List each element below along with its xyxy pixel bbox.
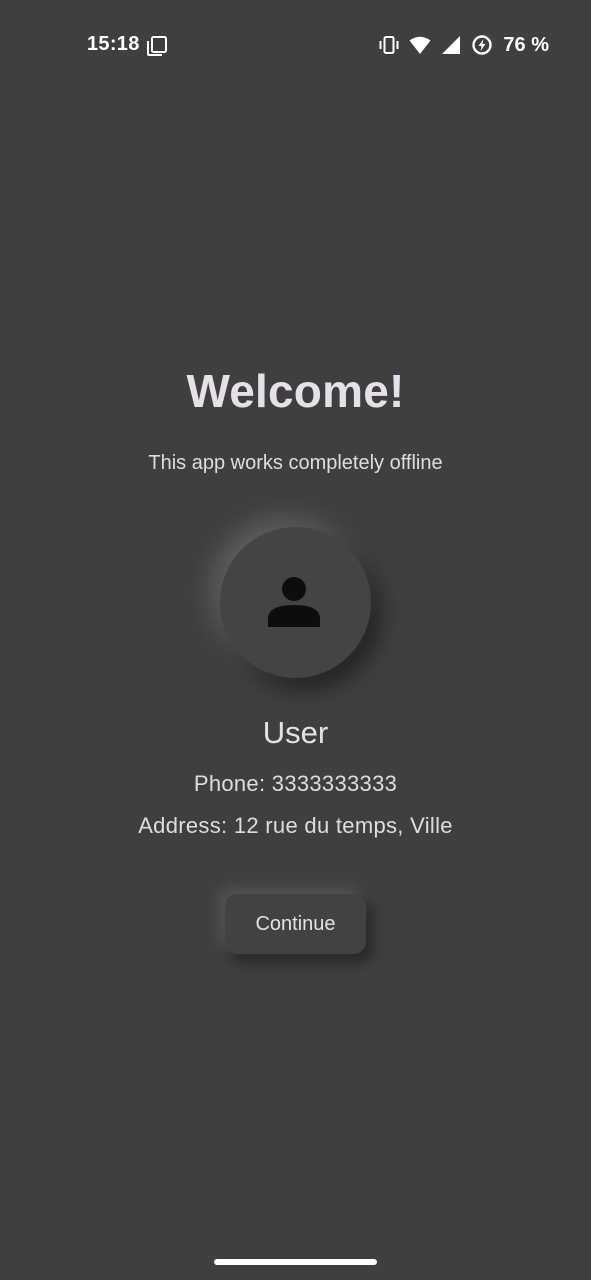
continue-button[interactable]: Continue (225, 894, 366, 954)
home-indicator[interactable] (214, 1259, 377, 1265)
offline-subtitle: This app works completely offline (148, 452, 443, 474)
status-bar: 15:18 76 % (0, 0, 591, 90)
status-right-group: 76 % (378, 32, 549, 58)
user-address: Address: 12 rue du temps, Ville (138, 813, 453, 838)
avatar (220, 527, 371, 678)
cell-signal-icon (442, 36, 461, 54)
user-name: User (262, 715, 329, 750)
battery-percentage: 76 % (503, 33, 549, 56)
battery-saver-icon (472, 35, 493, 55)
person-icon (268, 577, 320, 627)
status-time: 15:18 (87, 33, 140, 55)
vibrate-icon (379, 36, 399, 54)
notification-copy-icon (147, 36, 167, 56)
welcome-title: Welcome! (186, 365, 405, 417)
wifi-icon (409, 36, 431, 54)
user-phone: Phone: 3333333333 (193, 771, 398, 796)
